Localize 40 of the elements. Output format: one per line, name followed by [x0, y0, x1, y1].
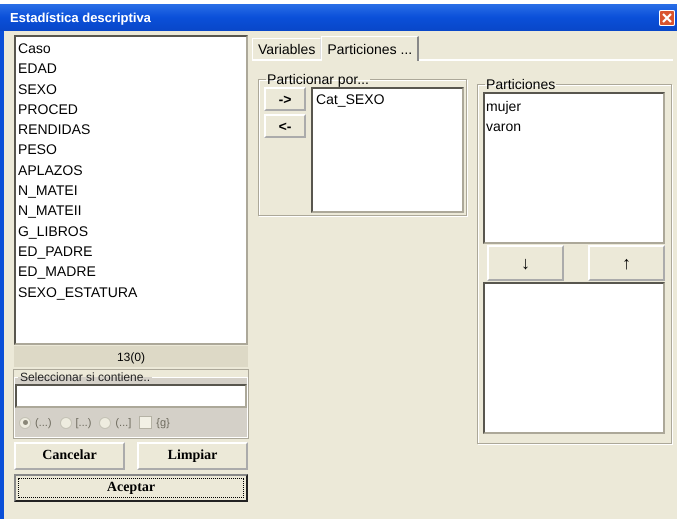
variable-item[interactable]: ED_MADRE: [18, 261, 244, 282]
tab[interactable]: Variables: [252, 38, 322, 59]
filter-input-field[interactable]: [15, 384, 247, 408]
variable-item[interactable]: Caso: [18, 38, 244, 58]
checkbox-label: {g}: [156, 416, 170, 428]
remove-button[interactable]: <-: [264, 114, 306, 138]
variable-item[interactable]: N_MATEII: [18, 200, 244, 221]
window-title: Estadística descriptiva: [10, 10, 151, 25]
group-label: Particiones: [485, 76, 556, 92]
accept-button[interactable]: Aceptar: [14, 474, 248, 502]
close-button[interactable]: [659, 10, 675, 26]
variable-item[interactable]: APLAZOS: [18, 160, 244, 180]
variable-count: 13(0): [14, 346, 248, 367]
radio-label: (...]: [115, 416, 132, 428]
tab[interactable]: Particiones ...: [321, 36, 420, 61]
list-item[interactable]: mujer: [486, 96, 662, 116]
variable-list[interactable]: Caso EDAD SEXO PROCED RENDIDAS PESO APLAZOS N_MATEI N_MATEII G_LIBROS ED_PADRE ED_MADRE SEXO_ESTATURA: [14, 35, 248, 345]
radio-label: [...): [76, 416, 92, 428]
variable-item[interactable]: EDAD: [18, 58, 244, 79]
close-icon: [662, 12, 672, 22]
variable-item[interactable]: ED_PADRE: [18, 240, 244, 262]
variable-item[interactable]: N_MATEI: [18, 180, 244, 200]
partition-list[interactable]: mujer varon: [483, 92, 665, 244]
variable-item[interactable]: PESO: [18, 139, 244, 160]
variable-item[interactable]: PROCED: [18, 98, 244, 120]
list-item[interactable]: varon: [486, 116, 662, 136]
group-label: Particionar por...: [266, 71, 370, 87]
variable-item[interactable]: SEXO: [18, 78, 244, 99]
move-up-button[interactable]: ↑: [588, 245, 665, 281]
radio-label: (...): [35, 416, 52, 428]
variable-item[interactable]: RENDIDAS: [18, 119, 244, 140]
partition-variable-list[interactable]: Cat_SEXO: [311, 87, 464, 213]
add-button[interactable]: ->: [264, 87, 306, 111]
variable-item[interactable]: G_LIBROS: [18, 220, 244, 241]
variable-item[interactable]: SEXO_ESTATURA: [18, 282, 244, 302]
list-item[interactable]: Cat_SEXO: [316, 91, 459, 107]
cancel-button[interactable]: Cancelar: [14, 442, 125, 470]
clear-button[interactable]: Limpiar: [137, 442, 248, 470]
filter-label: Seleccionar si contiene..: [19, 370, 152, 384]
move-down-button[interactable]: ↓: [487, 245, 564, 281]
